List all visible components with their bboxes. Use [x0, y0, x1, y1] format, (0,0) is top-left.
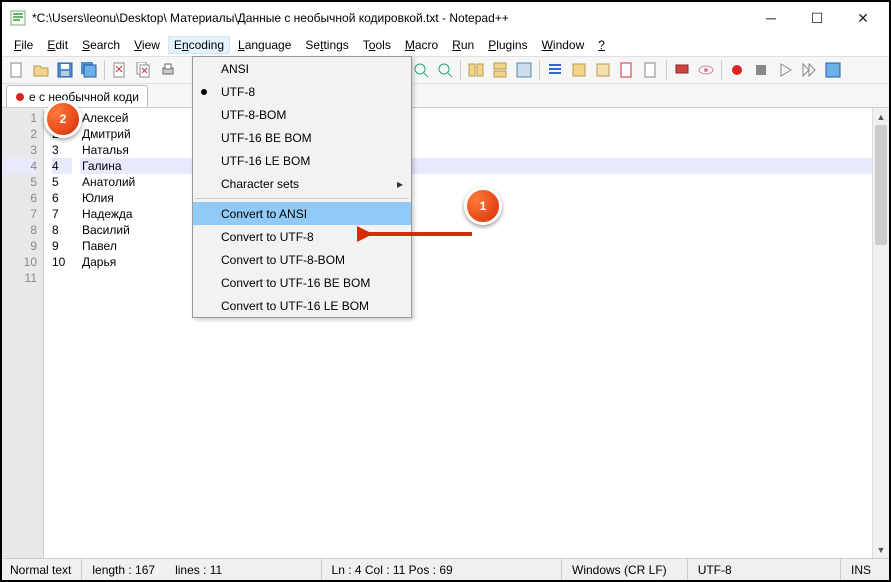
play-multi-icon[interactable] — [798, 59, 820, 81]
status-lang: Normal text — [10, 563, 71, 577]
callout-2: 2 — [44, 100, 82, 138]
monitor-icon[interactable] — [671, 59, 693, 81]
menu-plugins[interactable]: Plugins — [482, 36, 533, 54]
zoom-out-icon[interactable] — [434, 59, 456, 81]
open-file-icon[interactable] — [30, 59, 52, 81]
scroll-up-icon[interactable]: ▲ — [873, 108, 889, 125]
minimize-button[interactable]: ─ — [757, 8, 785, 28]
status-length: length : 167 — [81, 559, 165, 580]
menu-macro[interactable]: Macro — [399, 36, 444, 54]
maximize-button[interactable]: ☐ — [803, 8, 831, 28]
menu-run[interactable]: Run — [446, 36, 480, 54]
record-icon[interactable] — [726, 59, 748, 81]
print-icon[interactable] — [157, 59, 179, 81]
editor[interactable]: 123 456 789 1011 123 456 789 10 АлексейД… — [2, 108, 889, 558]
toolbar — [2, 56, 889, 84]
status-ins[interactable]: INS — [840, 559, 881, 580]
submenu-arrow-icon: ▸ — [397, 177, 403, 191]
encoding-ansi[interactable]: ANSI — [193, 57, 411, 80]
menubar: File Edit Search View Encoding Language … — [2, 34, 889, 56]
encoding-utf16le[interactable]: UTF-16 LE BOM — [193, 149, 411, 172]
close-button[interactable]: ✕ — [849, 8, 877, 28]
encoding-utf8[interactable]: UTF-8 — [193, 80, 411, 103]
status-position: Ln : 4 Col : 11 Pos : 69 — [321, 559, 463, 580]
titlebar: *C:\Users\leonu\Desktop\ Материалы\Данны… — [2, 2, 889, 34]
menu-search[interactable]: Search — [76, 36, 126, 54]
menu-edit[interactable]: Edit — [41, 36, 74, 54]
convert-to-utf16be[interactable]: Convert to UTF-16 BE BOM — [193, 271, 411, 294]
app-icon — [10, 10, 26, 26]
encoding-utf16be[interactable]: UTF-16 BE BOM — [193, 126, 411, 149]
window-title: *C:\Users\leonu\Desktop\ Материалы\Данны… — [32, 11, 757, 25]
status-eol[interactable]: Windows (CR LF) — [561, 559, 677, 580]
func-list-icon[interactable] — [568, 59, 590, 81]
doc-map-icon[interactable] — [616, 59, 638, 81]
sync-v-icon[interactable] — [465, 59, 487, 81]
menu-settings[interactable]: Settings — [299, 36, 354, 54]
new-file-icon[interactable] — [6, 59, 28, 81]
file-tab[interactable]: е с необычной коди — [6, 85, 148, 107]
close-file-icon[interactable] — [109, 59, 131, 81]
folder-icon[interactable] — [592, 59, 614, 81]
bullet-icon — [201, 89, 207, 95]
indent-icon[interactable] — [544, 59, 566, 81]
menu-language[interactable]: Language — [232, 36, 297, 54]
save-macro-icon[interactable] — [822, 59, 844, 81]
menu-view[interactable]: View — [128, 36, 166, 54]
save-all-icon[interactable] — [78, 59, 100, 81]
scroll-down-icon[interactable]: ▼ — [873, 541, 889, 558]
menu-window[interactable]: Window — [536, 36, 591, 54]
convert-to-ansi[interactable]: Convert to ANSI — [193, 202, 411, 225]
tab-label: е с необычной коди — [29, 90, 139, 104]
save-icon[interactable] — [54, 59, 76, 81]
encoding-charsets[interactable]: Character sets▸ — [193, 172, 411, 195]
annotation-arrow — [357, 224, 477, 244]
encoding-dropdown: ANSI UTF-8 UTF-8-BOM UTF-16 BE BOM UTF-1… — [192, 56, 412, 318]
menu-separator — [195, 198, 409, 199]
callout-1: 1 — [464, 187, 502, 225]
stop-icon[interactable] — [750, 59, 772, 81]
menu-tools[interactable]: Tools — [357, 36, 397, 54]
convert-to-utf16le[interactable]: Convert to UTF-16 LE BOM — [193, 294, 411, 317]
vertical-scrollbar[interactable]: ▲ ▼ — [872, 108, 889, 558]
convert-to-utf8bom[interactable]: Convert to UTF-8-BOM — [193, 248, 411, 271]
sync-h-icon[interactable] — [489, 59, 511, 81]
statusbar: Normal text length : 167 lines : 11 Ln :… — [2, 558, 889, 580]
status-lines: lines : 11 — [175, 563, 222, 577]
line-number-gutter: 123 456 789 1011 — [2, 108, 44, 558]
zoom-in-icon[interactable] — [410, 59, 432, 81]
doc-list-icon[interactable] — [640, 59, 662, 81]
menu-help[interactable]: ? — [592, 36, 611, 54]
close-all-icon[interactable] — [133, 59, 155, 81]
tabbar: е с необычной коди — [2, 84, 889, 108]
menu-encoding[interactable]: Encoding — [168, 36, 230, 54]
text-column-1: 123 456 789 10 — [44, 108, 80, 558]
wrap-icon[interactable] — [513, 59, 535, 81]
scroll-thumb[interactable] — [875, 125, 887, 245]
encoding-utf8bom[interactable]: UTF-8-BOM — [193, 103, 411, 126]
menu-file[interactable]: File — [8, 36, 39, 54]
eye-icon[interactable] — [695, 59, 717, 81]
play-icon[interactable] — [774, 59, 796, 81]
modified-icon — [15, 92, 25, 102]
status-encoding[interactable]: UTF-8 — [687, 559, 742, 580]
